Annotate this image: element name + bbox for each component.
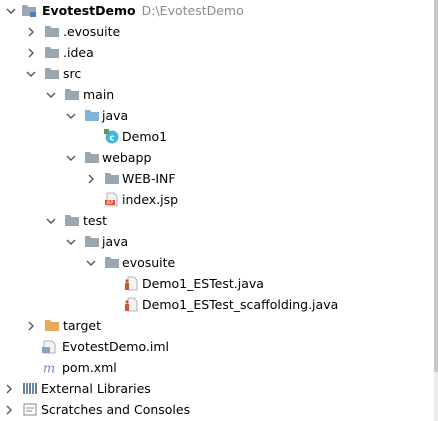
tree-row-webapp-dir[interactable]: webapp <box>0 147 434 168</box>
vertical-scrollbar[interactable] <box>434 0 438 421</box>
project-name: EvotestDemo <box>42 3 136 18</box>
tree-row-java-main[interactable]: java <box>0 105 434 126</box>
maven-icon: m <box>41 360 57 376</box>
chevron-right-icon[interactable] <box>26 42 36 63</box>
target-dir-label: target <box>63 318 102 333</box>
test-folder-icon <box>84 234 100 249</box>
project-path: D:\EvotestDemo <box>141 3 244 18</box>
chevron-down-icon[interactable] <box>6 0 16 21</box>
external-libraries-label: External Libraries <box>41 381 151 396</box>
chevron-right-icon[interactable] <box>4 378 14 399</box>
java-class-icon: c <box>104 129 120 144</box>
scratches-icon <box>22 402 38 417</box>
excluded-folder-icon <box>44 318 60 333</box>
chevron-right-icon[interactable] <box>26 21 36 42</box>
tree-row-pom-file[interactable]: m pom.xml <box>0 357 434 378</box>
folder-icon <box>84 150 100 165</box>
jsp-file-icon: JSP <box>104 192 120 207</box>
folder-icon <box>44 24 60 39</box>
project-tree[interactable]: EvotestDemo D:\EvotestDemo .evosuite .ide… <box>0 0 434 421</box>
tree-row-java-test[interactable]: java <box>0 231 434 252</box>
folder-icon <box>104 171 120 186</box>
java-file-icon <box>123 276 139 291</box>
evosuite-package-label: evosuite <box>122 255 176 270</box>
tree-row-estest-file[interactable]: Demo1_ESTest.java <box>0 273 434 294</box>
tree-row-evosuite-package[interactable]: evosuite <box>0 252 434 273</box>
chevron-right-icon[interactable] <box>26 315 36 336</box>
java-main-label: java <box>102 108 129 123</box>
tree-row-scaffolding-file[interactable]: Demo1_ESTest_scaffolding.java <box>0 294 434 315</box>
webinf-dir-label: WEB-INF <box>122 171 176 186</box>
svg-text:c: c <box>109 134 114 144</box>
pom-file-label: pom.xml <box>62 360 117 375</box>
folder-icon <box>64 213 80 228</box>
scrollbar-thumb[interactable] <box>434 0 438 372</box>
java-test-label: java <box>102 234 129 249</box>
chevron-down-icon[interactable] <box>46 84 56 105</box>
evosuite-dir-label: .evosuite <box>63 24 121 39</box>
tree-row-webinf-dir[interactable]: WEB-INF <box>0 168 434 189</box>
iml-file-label: EvotestDemo.iml <box>62 339 169 354</box>
idea-dir-label: .idea <box>63 45 94 60</box>
index-jsp-label: index.jsp <box>122 192 179 207</box>
tree-row-external-libraries[interactable]: External Libraries <box>0 378 434 399</box>
scaffolding-file-label: Demo1_ESTest_scaffolding.java <box>142 297 339 312</box>
libraries-icon <box>22 381 38 396</box>
main-dir-label: main <box>83 87 115 102</box>
src-dir-label: src <box>63 66 82 81</box>
chevron-down-icon[interactable] <box>66 105 76 126</box>
folder-icon <box>64 87 80 102</box>
tree-row-scratches[interactable]: Scratches and Consoles <box>0 399 434 420</box>
test-dir-label: test <box>83 213 108 228</box>
tree-row-iml-file[interactable]: EvotestDemo.iml <box>0 336 434 357</box>
tree-row-target-dir[interactable]: target <box>0 315 434 336</box>
package-folder-icon <box>104 255 120 270</box>
tree-row-project-root[interactable]: EvotestDemo D:\EvotestDemo <box>0 0 434 21</box>
chevron-right-icon[interactable] <box>86 168 96 189</box>
folder-icon <box>44 45 60 60</box>
tree-row-test-dir[interactable]: test <box>0 210 434 231</box>
tree-row-demo1-class[interactable]: c Demo1 <box>0 126 434 147</box>
chevron-right-icon[interactable] <box>4 399 14 420</box>
tree-row-index-jsp[interactable]: JSP index.jsp <box>0 189 434 210</box>
chevron-down-icon[interactable] <box>26 63 36 84</box>
estest-file-label: Demo1_ESTest.java <box>142 276 264 291</box>
chevron-down-icon[interactable] <box>66 231 76 252</box>
demo1-label: Demo1 <box>122 129 168 144</box>
webapp-dir-label: webapp <box>102 150 152 165</box>
chevron-down-icon[interactable] <box>86 252 96 273</box>
svg-text:JSP: JSP <box>106 200 114 205</box>
chevron-down-icon[interactable] <box>66 147 76 168</box>
svg-text:m: m <box>43 362 55 376</box>
tree-row-main-dir[interactable]: main <box>0 84 434 105</box>
source-folder-icon <box>84 108 100 123</box>
folder-icon <box>44 66 60 81</box>
tree-row-idea-dir[interactable]: .idea <box>0 42 434 63</box>
chevron-down-icon[interactable] <box>46 210 56 231</box>
tree-row-evosuite-dir[interactable]: .evosuite <box>0 21 434 42</box>
project-folder-icon <box>21 3 37 18</box>
scratches-label: Scratches and Consoles <box>41 402 191 417</box>
tree-row-src-dir[interactable]: src <box>0 63 434 84</box>
module-file-icon <box>41 339 57 354</box>
java-file-icon <box>123 297 139 312</box>
